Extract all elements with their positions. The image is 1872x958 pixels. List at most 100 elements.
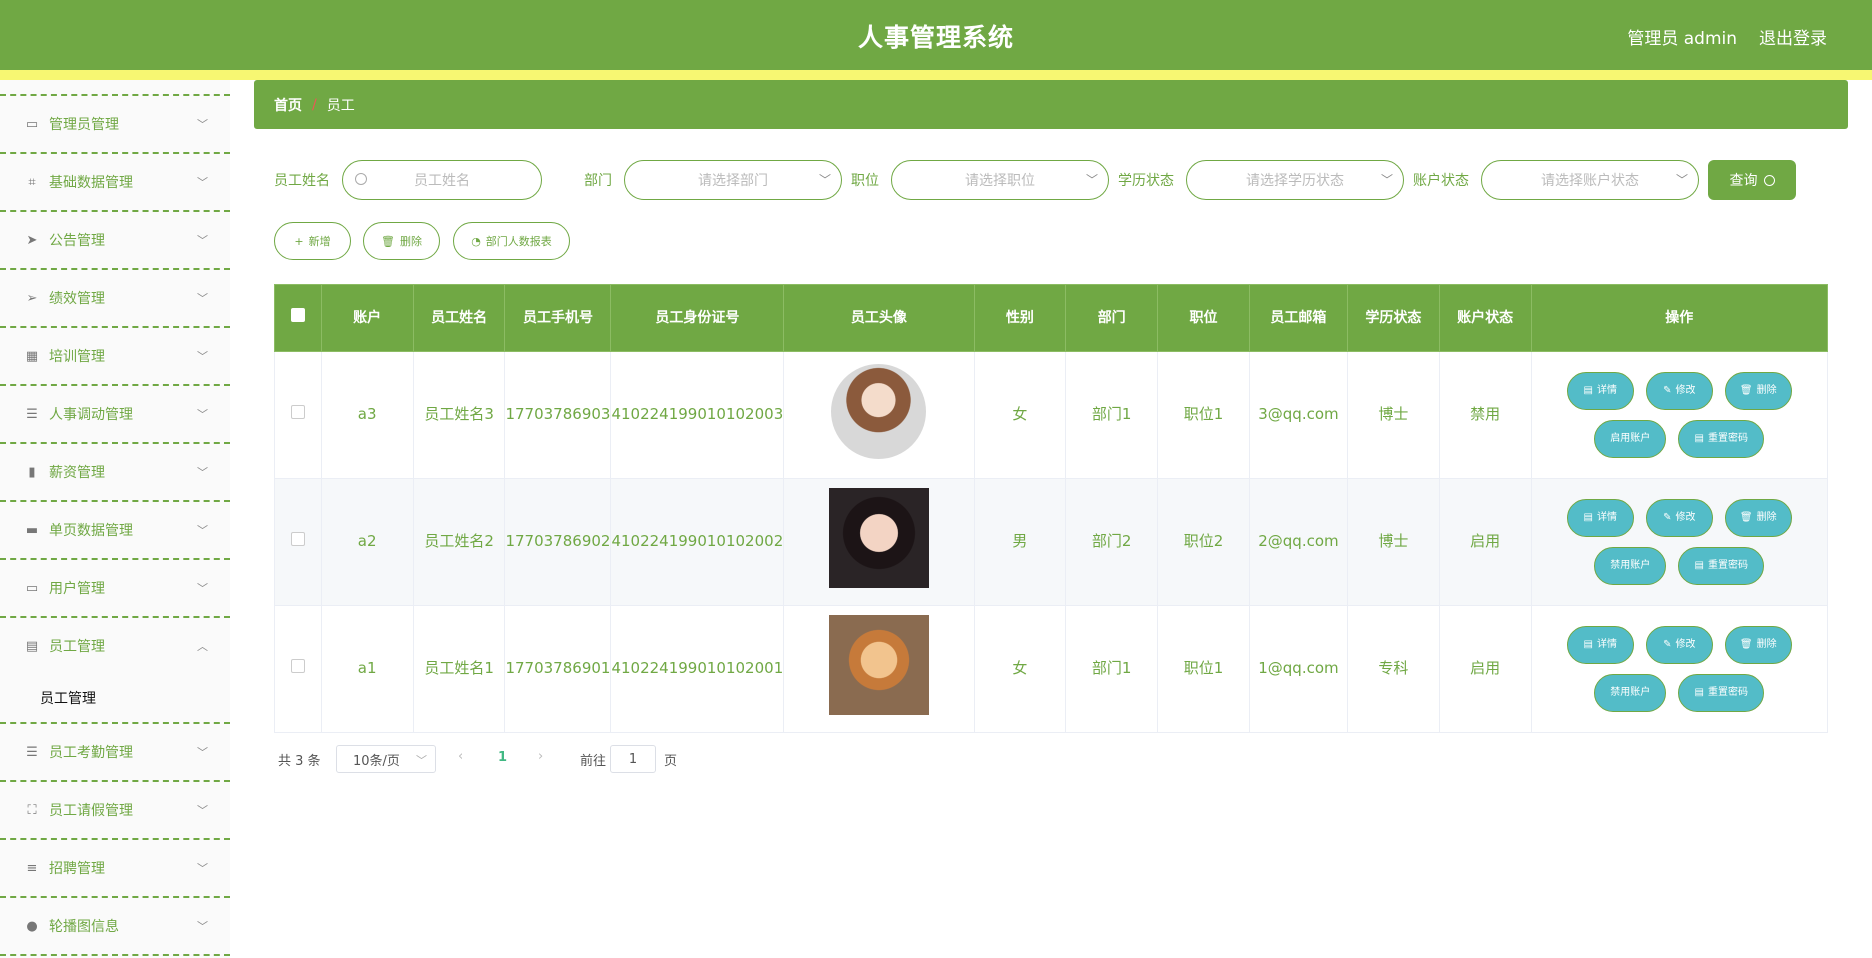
chevron-down-icon: ﹀ — [1380, 173, 1393, 187]
delete-row-button[interactable]: 🗑 删除 — [1724, 626, 1792, 664]
row-checkbox[interactable] — [290, 659, 305, 674]
menu-icon: ≡ — [26, 860, 38, 876]
page-size-value: 10条/页 — [353, 753, 400, 769]
sidebar-item-admin[interactable]: ▭ 管理员管理 ﹀ — [0, 94, 230, 152]
reset-password-button[interactable]: ▤ 重置密码 — [1678, 547, 1765, 585]
department-select[interactable]: 请选择部门 ﹀ — [624, 160, 842, 200]
sidebar-item-salary[interactable]: ▮ 薪资管理 ﹀ — [0, 442, 230, 500]
submenu-employee-management[interactable]: 员工管理 — [0, 674, 230, 722]
gender-cell: 男 — [973, 478, 1067, 606]
page-number[interactable]: 1 — [498, 750, 507, 765]
list-icon: ☰ — [26, 744, 38, 760]
education-select[interactable]: 请选择学历状态 ﹀ — [1186, 160, 1404, 200]
user-icon: ● — [26, 918, 38, 934]
employee-table: 账户 员工姓名 员工手机号 员工身份证号 员工头像 性别 部门 职位 员工邮箱 … — [274, 284, 1829, 733]
add-button[interactable]: + 新增 — [274, 222, 351, 260]
position-select[interactable]: 请选择职位 ﹀ — [891, 160, 1109, 200]
document-icon: ▤ — [1694, 560, 1704, 572]
sidebar-item-attendance[interactable]: ☰ 员工考勤管理 ﹀ — [0, 722, 230, 780]
sidebar-item-label: 公告管理 — [49, 233, 105, 249]
department-report-button[interactable]: ◔ 部门人数报表 — [453, 222, 570, 260]
reset-label: 重置密码 — [1707, 433, 1748, 445]
query-button[interactable]: 查询 — [1708, 160, 1796, 200]
trash-icon: 🗑 — [381, 234, 395, 248]
edit-label: 修改 — [1675, 639, 1696, 651]
reset-password-button[interactable]: ▤ 重置密码 — [1678, 420, 1765, 458]
toggle-account-button[interactable]: 禁用账户 — [1594, 547, 1667, 585]
toggle-label: 启用账户 — [1610, 433, 1651, 445]
sidebar-item-notice[interactable]: ➤ 公告管理 ﹀ — [0, 210, 230, 268]
delete-button[interactable]: 🗑 删除 — [363, 222, 440, 260]
table-header-row: 账户 员工姓名 员工手机号 员工身份证号 员工头像 性别 部门 职位 员工邮箱 … — [274, 284, 1829, 352]
sidebar-item-employees[interactable]: ▤ 员工管理 ︿ — [0, 616, 230, 674]
sidebar-item-label: 员工考勤管理 — [49, 745, 133, 761]
sidebar-item-carousel[interactable]: ● 轮播图信息 ﹀ — [0, 896, 230, 954]
edit-button[interactable]: ✎ 修改 — [1645, 626, 1713, 664]
sidebar-item-performance[interactable]: ➢ 绩效管理 ﹀ — [0, 268, 230, 326]
delete-row-button[interactable]: 🗑 删除 — [1724, 499, 1792, 537]
send-icon: ➤ — [26, 232, 38, 248]
chevron-down-icon: ﹀ — [818, 173, 831, 187]
row-checkbox[interactable] — [290, 532, 305, 547]
breadcrumb-home[interactable]: 首页 — [274, 95, 302, 115]
table-row: a1 员工姓名1 17703786901 410224199010102001 … — [274, 605, 1829, 733]
chevron-down-icon: ﹀ — [197, 524, 208, 537]
goto-page-input[interactable]: 1 — [610, 745, 656, 773]
sidebar-item-label: 薪资管理 — [49, 465, 105, 481]
sidebar-item-users[interactable]: ▭ 用户管理 ﹀ — [0, 558, 230, 616]
woman-photo-avatar — [828, 488, 929, 589]
logout-link[interactable]: 退出登录 — [1759, 24, 1827, 49]
ops-cell: ▤ 详情 ✎ 修改 🗑 删除 禁用账户 ▤ 重置密码 — [1530, 478, 1829, 606]
toggle-account-button[interactable]: 启用账户 — [1594, 420, 1667, 458]
sidebar: ▭ 管理员管理 ﹀ ⌗ 基础数据管理 ﹀ ➤ 公告管理 ﹀ ➢ 绩效管理 ﹀ ▦… — [0, 80, 230, 958]
gender-cell: 女 — [973, 605, 1067, 733]
row-select-cell — [274, 351, 322, 479]
email-cell: 3@qq.com — [1248, 351, 1349, 479]
name-label: 员工姓名 — [274, 173, 330, 189]
toggle-account-button[interactable]: 禁用账户 — [1594, 674, 1667, 712]
add-label: 新增 — [308, 235, 331, 248]
breadcrumb-current: 员工 — [326, 97, 355, 114]
sliders-icon: ☰ — [26, 406, 38, 422]
prev-page-icon[interactable]: ‹ — [458, 749, 463, 764]
sidebar-item-label: 员工请假管理 — [49, 803, 133, 819]
sidebar-item-transfer[interactable]: ☰ 人事调动管理 ﹀ — [0, 384, 230, 442]
idcard-cell: 410224199010102002 — [610, 478, 785, 606]
sidebar-item-basic-data[interactable]: ⌗ 基础数据管理 ﹀ — [0, 152, 230, 210]
search-icon — [355, 173, 367, 185]
detail-button[interactable]: ▤ 详情 — [1566, 626, 1634, 664]
reset-password-button[interactable]: ▤ 重置密码 — [1678, 674, 1765, 712]
next-page-icon[interactable]: › — [538, 749, 543, 764]
dept-cell: 部门2 — [1065, 478, 1159, 606]
account-status-select[interactable]: 请选择账户状态 ﹀ — [1481, 160, 1699, 200]
sidebar-item-single-page[interactable]: ▬ 单页数据管理 ﹀ — [0, 500, 230, 558]
edit-button[interactable]: ✎ 修改 — [1645, 499, 1713, 537]
employee-name-input[interactable]: 员工姓名 — [342, 160, 542, 200]
sidebar-item-leave[interactable]: ⛶ 员工请假管理 ﹀ — [0, 780, 230, 838]
column-header: 账户 — [320, 284, 414, 352]
sidebar-item-recruitment[interactable]: ≡ 招聘管理 ﹀ — [0, 838, 230, 896]
detail-button[interactable]: ▤ 详情 — [1566, 499, 1634, 537]
chevron-up-icon: ︿ — [197, 640, 208, 653]
document-icon: ▤ — [1583, 385, 1593, 397]
account-cell: a3 — [320, 351, 414, 479]
chevron-down-icon: ﹀ — [197, 292, 208, 305]
page-size-select[interactable]: 10条/页 ﹀ — [336, 745, 436, 773]
detail-button[interactable]: ▤ 详情 — [1566, 372, 1634, 410]
row-checkbox[interactable] — [290, 405, 305, 420]
select-all-checkbox[interactable] — [290, 307, 305, 322]
edit-button[interactable]: ✎ 修改 — [1645, 372, 1713, 410]
detail-label: 详情 — [1596, 512, 1617, 524]
pie-chart-icon: ◔ — [471, 234, 481, 248]
column-header: 员工邮箱 — [1248, 284, 1349, 352]
chevron-down-icon: ﹀ — [197, 920, 208, 933]
position-cell: 职位1 — [1157, 351, 1250, 479]
column-header: 职位 — [1157, 284, 1250, 352]
column-header: 员工身份证号 — [610, 284, 785, 352]
sidebar-item-label: 基础数据管理 — [49, 175, 133, 191]
breadcrumb: 首页 / 员工 — [254, 80, 1848, 129]
delete-row-button[interactable]: 🗑 删除 — [1724, 372, 1792, 410]
sidebar-item-training[interactable]: ▦ 培训管理 ﹀ — [0, 326, 230, 384]
phone-cell: 17703786902 — [504, 478, 612, 606]
column-header: 部门 — [1065, 284, 1159, 352]
